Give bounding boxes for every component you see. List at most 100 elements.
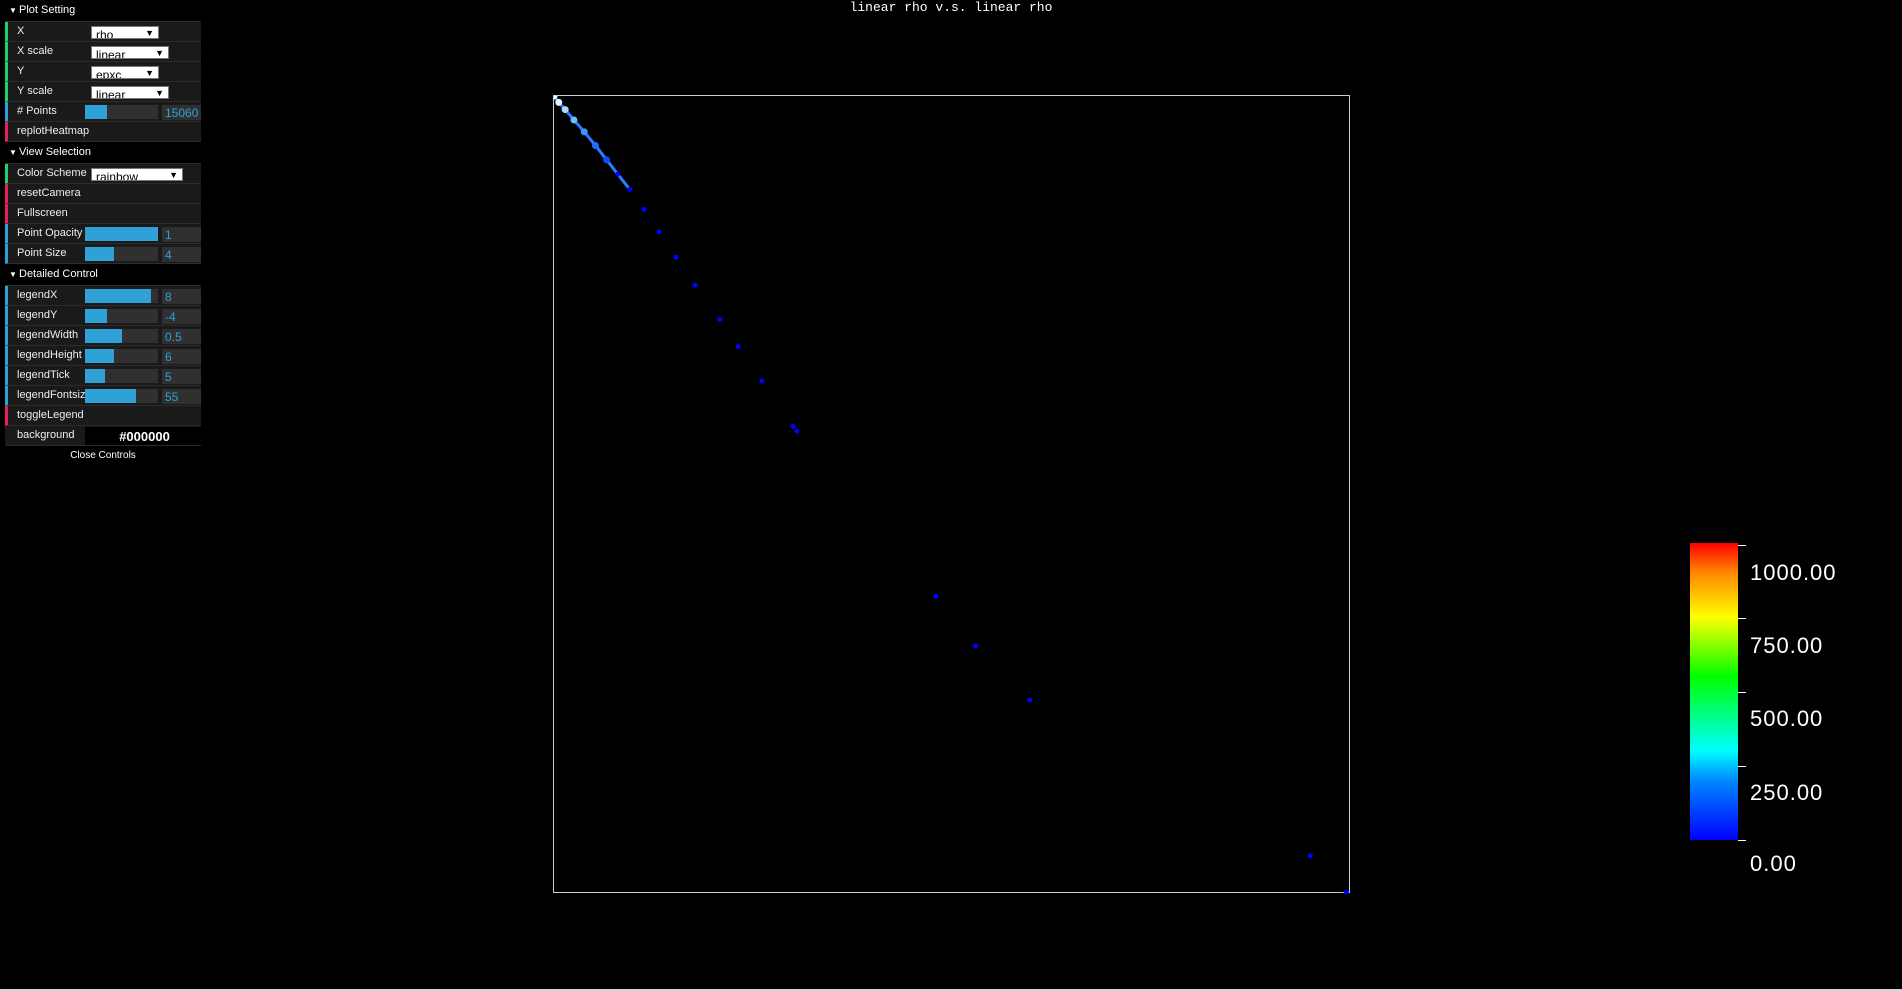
data-point — [591, 141, 599, 149]
chevron-down-icon: ▼ — [155, 48, 164, 58]
legendheight-slider[interactable] — [85, 349, 158, 363]
point-size-input[interactable]: 4 — [162, 247, 201, 262]
legend-tick — [1738, 692, 1746, 693]
legendwidth-input[interactable]: 0.5 — [162, 329, 201, 344]
reset-camera-button[interactable]: resetCamera — [5, 184, 201, 204]
color-scheme-select[interactable]: rainbow ▼ — [91, 168, 183, 181]
legendfontsize-label: legendFontsize — [17, 389, 92, 401]
x-scale-label: X scale — [17, 45, 54, 57]
legend-tick — [1738, 545, 1746, 546]
legend-label: 0.00 — [1750, 851, 1797, 876]
data-point — [933, 593, 939, 599]
data-point — [561, 106, 569, 114]
y-label: Y — [17, 65, 25, 77]
legendwidth-slider[interactable] — [85, 329, 158, 343]
data-point — [615, 171, 621, 177]
plot-area[interactable] — [553, 95, 1350, 894]
background-color-input[interactable]: #000000 — [85, 427, 204, 445]
legend-label: 500.00 — [1750, 706, 1824, 731]
scatter-plot — [554, 96, 1349, 894]
y-scale-label: Y scale — [17, 85, 53, 97]
point-size-control: Point Size 4 — [5, 244, 201, 264]
x-scale-control: X scale linear ▼ — [5, 42, 201, 62]
x-select-value: rho — [96, 28, 114, 39]
legendtick-slider[interactable] — [85, 369, 158, 383]
data-point — [794, 428, 800, 434]
y-scale-select[interactable]: linear ▼ — [91, 86, 169, 99]
x-scale-select[interactable]: linear ▼ — [91, 46, 169, 59]
y-scale-control: Y scale linear ▼ — [5, 82, 201, 102]
data-point — [692, 282, 698, 288]
folder-detailed-control[interactable]: ▼ Detailed Control — [5, 264, 201, 286]
point-opacity-slider[interactable] — [85, 227, 158, 241]
chevron-down-icon: ▼ — [145, 28, 154, 38]
chevron-down-icon: ▼ — [155, 88, 164, 98]
legendx-slider[interactable] — [85, 289, 158, 303]
point-opacity-control: Point Opacity 1 — [5, 224, 201, 244]
legend-tick — [1738, 766, 1746, 767]
y-select[interactable]: epxc ▼ — [91, 66, 159, 79]
legend-label: 250.00 — [1750, 780, 1824, 805]
legendy-label: legendY — [17, 309, 58, 321]
legendy-slider-fill — [85, 309, 107, 323]
chevron-down-icon: ▼ — [9, 148, 17, 157]
legend-tick — [1738, 618, 1746, 619]
y-control: Y epxc ▼ — [5, 62, 201, 82]
background-control: background #000000 — [5, 426, 204, 446]
y-scale-select-value: linear — [96, 88, 126, 99]
toggle-legend-label: toggleLegend — [17, 409, 84, 421]
data-point — [973, 643, 979, 649]
folder-view-selection[interactable]: ▼ View Selection — [5, 142, 201, 164]
color-scheme-select-value: rainbow — [96, 170, 139, 181]
legendx-slider-fill — [85, 289, 151, 303]
toggle-legend-button[interactable]: toggleLegend — [5, 406, 201, 426]
legendwidth-control: legendWidth 0.5 — [5, 326, 201, 346]
x-control: X rho ▼ — [5, 22, 201, 42]
x-scale-select-value: linear — [96, 48, 126, 59]
legendx-label: legendX — [17, 289, 58, 301]
color-scheme-label: Color Scheme — [17, 167, 87, 179]
legend-label: 750.00 — [1750, 633, 1824, 658]
chevron-down-icon: ▼ — [9, 270, 17, 279]
points-label: # Points — [17, 105, 57, 117]
close-controls-button[interactable]: Close Controls — [5, 446, 201, 466]
chevron-down-icon: ▼ — [169, 170, 178, 180]
data-point — [555, 98, 563, 106]
x-select[interactable]: rho ▼ — [91, 26, 159, 39]
data-point — [673, 254, 679, 260]
legendfontsize-input[interactable]: 55 — [162, 389, 201, 404]
point-size-slider[interactable] — [85, 247, 158, 261]
points-control: # Points 15060 — [5, 102, 201, 122]
legendheight-control: legendHeight 6 — [5, 346, 201, 366]
legendtick-input[interactable]: 5 — [162, 369, 201, 384]
point-opacity-label: Point Opacity — [17, 227, 83, 239]
legendheight-input[interactable]: 6 — [162, 349, 201, 364]
legendy-slider[interactable] — [85, 309, 158, 323]
legendy-control: legendY -4 — [5, 306, 201, 326]
legend-label: 1000.00 — [1750, 560, 1837, 585]
legendfontsize-slider-fill — [85, 389, 137, 403]
data-point — [627, 186, 633, 192]
legendfontsize-slider[interactable] — [85, 389, 158, 403]
color-legend-bar — [1690, 543, 1738, 840]
fullscreen-label: Fullscreen — [17, 207, 68, 219]
points-slider[interactable] — [85, 105, 158, 119]
data-point — [641, 206, 647, 212]
data-point — [735, 344, 741, 350]
controls-panel: ▼ Plot Setting X rho ▼ X scale linear ▼ Y e… — [5, 0, 204, 466]
legendx-input[interactable]: 8 — [162, 289, 201, 304]
fullscreen-button[interactable]: Fullscreen — [5, 204, 201, 224]
folder-title-label: View Selection — [19, 146, 91, 158]
legendtick-label: legendTick — [17, 369, 70, 381]
replot-heatmap-button[interactable]: replotHeatmap — [5, 122, 201, 142]
reset-camera-label: resetCamera — [17, 187, 81, 199]
legendtick-slider-fill — [85, 369, 106, 383]
point-opacity-slider-fill — [85, 227, 158, 241]
points-input[interactable]: 15060 — [162, 105, 201, 120]
point-opacity-input[interactable]: 1 — [162, 227, 201, 242]
point-size-label: Point Size — [17, 247, 67, 259]
legendy-input[interactable]: -4 — [162, 309, 201, 324]
background-label: background — [17, 429, 75, 441]
chevron-down-icon: ▼ — [145, 68, 154, 78]
data-point — [759, 378, 765, 384]
